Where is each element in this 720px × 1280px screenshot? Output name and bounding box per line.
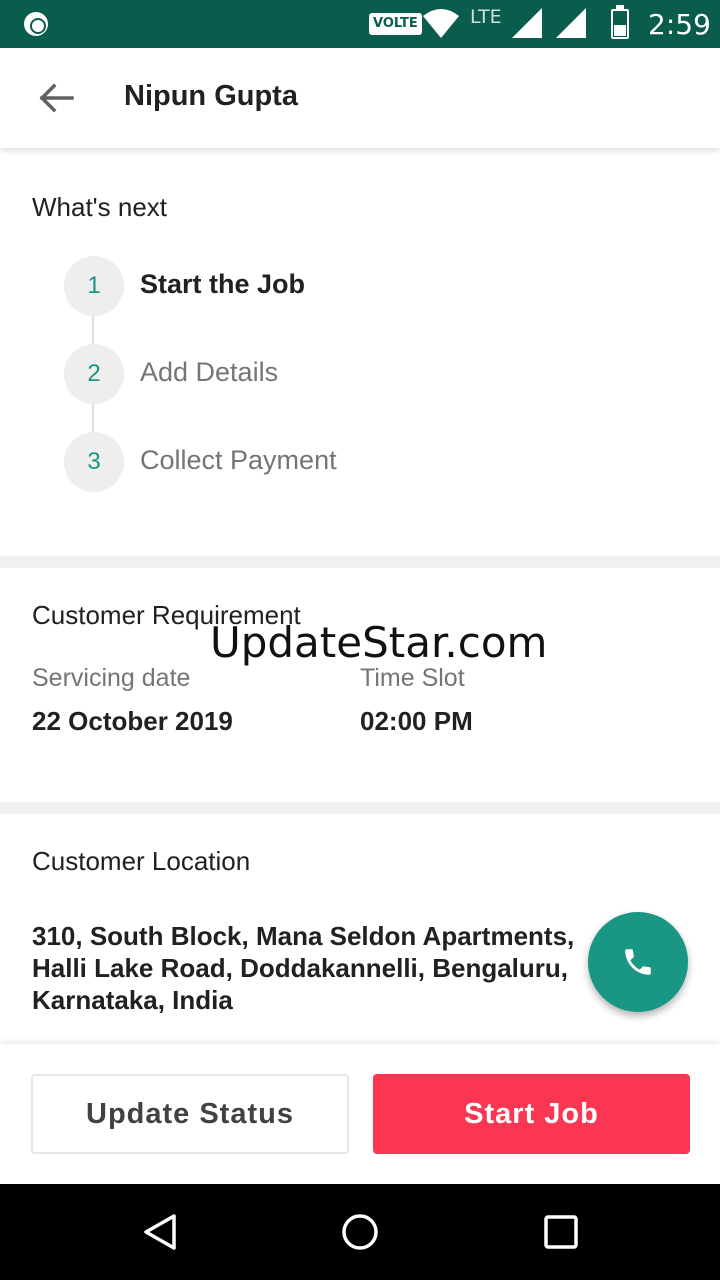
whats-next-section: What's next 1 Start the Job 2 Add Detail… [0,148,720,556]
phone-icon [625,949,651,975]
address-line: Karnataka, India [32,985,233,1015]
section-divider [0,802,720,814]
step-label: Start the Job [140,269,306,299]
back-button[interactable] [32,76,80,120]
step-label: Add Details [140,357,279,387]
section-divider [0,556,720,568]
battery-icon [611,5,629,39]
step-number: 3 [64,432,124,492]
watermark: UpdateStar.com [210,618,548,667]
customer-address: 310, South Block, Mana Seldon Apartments… [32,920,632,1016]
customer-location-heading: Customer Location [32,846,251,876]
system-nav-bar [0,1184,720,1280]
action-bar: Update Status Start Job [0,1044,720,1184]
status-time: 2:59 [648,8,711,41]
servicing-date-value: 22 October 2019 [32,706,233,736]
start-job-button[interactable]: Start Job [373,1074,690,1154]
arrow-left-icon [39,83,74,113]
servicing-date-label: Servicing date [32,664,191,692]
circle-home-icon[interactable] [340,1212,380,1252]
square-recents-icon[interactable] [541,1212,581,1252]
step-number: 2 [64,344,124,404]
page-title: Nipun Gupta [124,80,298,112]
step-connector [92,404,94,432]
status-bar: VOLTE LTE 2:59 [0,0,720,48]
step-connector [92,316,94,344]
wifi-icon [423,9,459,38]
whats-next-heading: What's next [32,192,168,222]
triangle-back-icon[interactable] [140,1212,180,1252]
address-line: 310, South Block, Mana Seldon Apartments… [32,921,575,951]
step-label: Collect Payment [140,445,337,475]
volte-badge: VOLTE [369,13,422,35]
time-slot-label: Time Slot [360,664,465,692]
time-slot-value: 02:00 PM [360,706,473,736]
signal-icon [556,8,586,38]
step-number: 1 [64,256,124,316]
call-button[interactable] [588,912,688,1012]
signal-icon [512,8,542,38]
notification-icon [24,12,48,36]
customer-requirement-section: Customer Requirement Servicing date 22 O… [0,568,720,802]
network-type-label: LTE [470,6,502,28]
update-status-button[interactable]: Update Status [31,1074,349,1154]
address-line: Halli Lake Road, Doddakannelli, Bengalur… [32,953,568,983]
app-bar: Nipun Gupta [0,48,720,148]
